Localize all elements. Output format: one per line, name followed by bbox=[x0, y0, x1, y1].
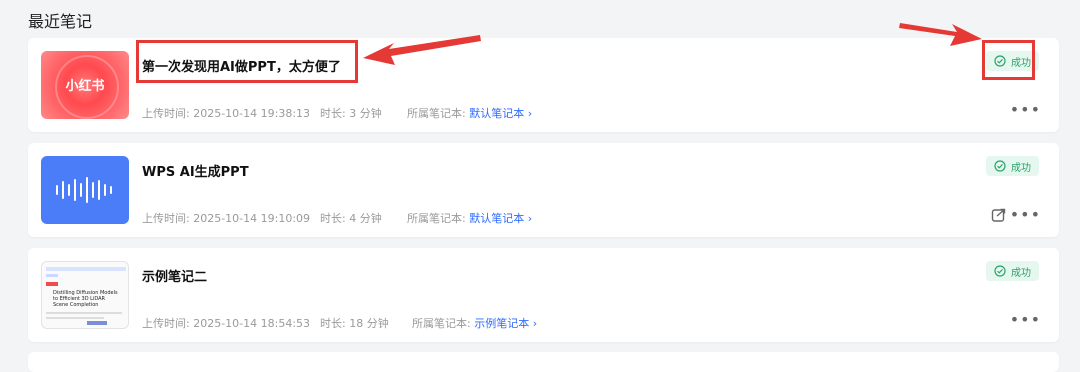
annotation-arrows bbox=[363, 23, 982, 65]
arrow-to-title-icon bbox=[363, 35, 481, 65]
arrow-to-status-icon bbox=[899, 23, 982, 46]
